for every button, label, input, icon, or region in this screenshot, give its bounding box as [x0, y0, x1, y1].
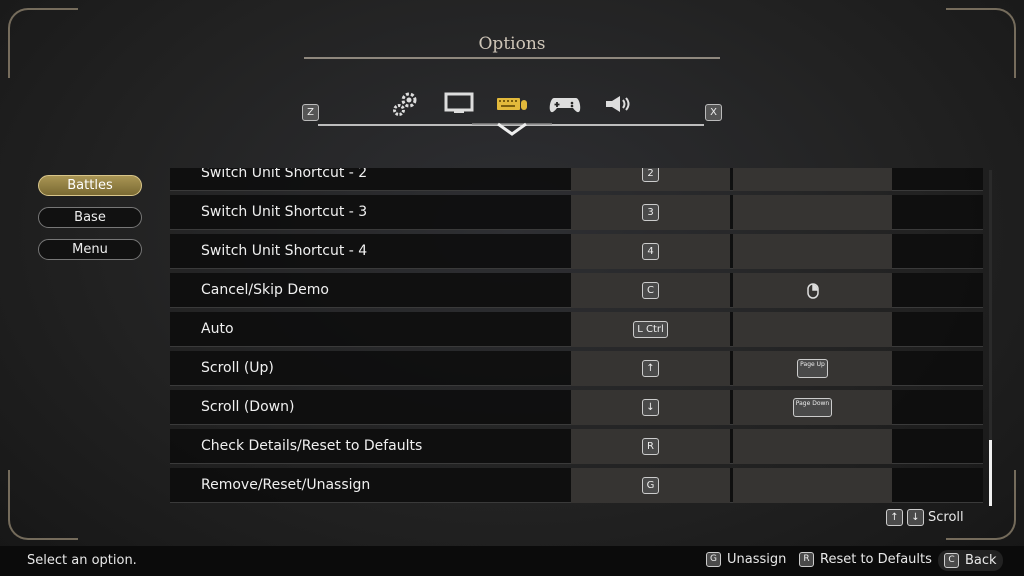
sidebar-item-menu[interactable]: Menu [38, 239, 142, 260]
key-glyph: L Ctrl [633, 321, 668, 338]
key-glyph: 4 [642, 243, 659, 260]
primary-key-slot[interactable]: C [571, 273, 730, 308]
back-button[interactable]: C Back [938, 550, 1003, 571]
secondary-key-slot[interactable] [733, 234, 892, 269]
binding-row[interactable]: Remove/Reset/Unassign G [170, 468, 983, 503]
binding-row[interactable]: Check Details/Reset to Defaults R [170, 429, 983, 464]
status-text: Select an option. [27, 553, 137, 568]
monitor-icon [444, 92, 474, 113]
tab-display[interactable] [442, 90, 476, 118]
tab-gamepad[interactable] [548, 90, 582, 118]
key-glyph: 3 [642, 204, 659, 221]
binding-action: Switch Unit Shortcut - 3 [201, 204, 368, 220]
binding-row[interactable]: Scroll (Up) ↑ Page Up [170, 351, 983, 386]
reset-key: R [799, 552, 814, 567]
binding-row[interactable]: Scroll (Down) ↓ Page Down [170, 390, 983, 425]
keyboard-mouse-icon [497, 98, 527, 110]
binding-row[interactable]: Switch Unit Shortcut - 4 4 [170, 234, 983, 269]
key-glyph: G [642, 477, 659, 494]
primary-key-slot[interactable]: 2 [571, 168, 730, 191]
key-glyph: C [642, 282, 659, 299]
sidebar-item-battles[interactable]: Battles [38, 175, 142, 196]
key-glyph: 2 [642, 168, 659, 182]
binding-action: Cancel/Skip Demo [201, 282, 329, 298]
ornament-bottom-left [8, 470, 78, 540]
secondary-key-slot[interactable] [733, 195, 892, 230]
binding-action: Switch Unit Shortcut - 2 [201, 168, 368, 181]
binding-action: Scroll (Down) [201, 399, 295, 415]
scrollbar-thumb[interactable] [989, 440, 992, 506]
page-title: Options [478, 34, 546, 54]
primary-key-slot[interactable]: 3 [571, 195, 730, 230]
back-key: C [944, 553, 959, 568]
reset-label: Reset to Defaults [820, 552, 932, 567]
primary-key-slot[interactable]: R [571, 429, 730, 464]
reset-defaults-button[interactable]: R Reset to Defaults [799, 552, 932, 567]
keybinding-list: Switch Unit Shortcut - 2 2 Switch Unit Sho… [170, 168, 983, 505]
back-label: Back [965, 553, 997, 568]
tab-keyboard-mouse[interactable] [495, 90, 529, 118]
secondary-key-slot[interactable] [733, 312, 892, 347]
gears-icon [393, 92, 417, 116]
binding-row[interactable]: Switch Unit Shortcut - 2 2 [170, 168, 983, 191]
key-glyph: ↓ [642, 399, 659, 416]
unassign-button[interactable]: G Unassign [706, 552, 786, 567]
binding-action: Switch Unit Shortcut - 4 [201, 243, 368, 259]
key-glyph: Page Down [792, 398, 833, 417]
binding-row[interactable]: Switch Unit Shortcut - 3 3 [170, 195, 983, 230]
sidebar-item-base[interactable]: Base [38, 207, 142, 228]
key-glyph: R [642, 438, 659, 455]
secondary-key-slot[interactable] [733, 168, 892, 191]
scroll-hint-label: Scroll [928, 510, 964, 525]
binding-action: Auto [201, 321, 234, 337]
binding-row[interactable]: Cancel/Skip Demo C [170, 273, 983, 308]
scroll-down-key: ↓ [907, 509, 924, 526]
next-tab-key[interactable]: X [705, 104, 722, 121]
binding-action: Scroll (Up) [201, 360, 274, 376]
binding-action: Remove/Reset/Unassign [201, 477, 371, 493]
secondary-key-slot[interactable] [733, 273, 892, 308]
scroll-hint: ↑ ↓ Scroll [886, 509, 964, 526]
primary-key-slot[interactable]: 4 [571, 234, 730, 269]
key-glyph: ↑ [642, 360, 659, 377]
binding-action: Check Details/Reset to Defaults [201, 438, 423, 454]
title-divider [304, 57, 720, 59]
tab-sound[interactable] [601, 90, 635, 118]
unassign-key: G [706, 552, 721, 567]
scroll-up-key: ↑ [886, 509, 903, 526]
primary-key-slot[interactable]: G [571, 468, 730, 503]
mouse-right-icon [806, 282, 819, 299]
secondary-key-slot[interactable] [733, 468, 892, 503]
secondary-key-slot[interactable]: Page Down [733, 390, 892, 425]
primary-key-slot[interactable]: L Ctrl [571, 312, 730, 347]
secondary-key-slot[interactable] [733, 429, 892, 464]
key-glyph: Page Up [797, 359, 828, 378]
prev-tab-key[interactable]: Z [302, 104, 319, 121]
speaker-icon [606, 96, 630, 112]
unassign-label: Unassign [727, 552, 787, 567]
active-tab-chevron-icon [472, 122, 552, 136]
gamepad-icon [549, 98, 581, 113]
binding-row[interactable]: Auto L Ctrl [170, 312, 983, 347]
footer-bar: Select an option. G Unassign R Reset to … [0, 546, 1024, 576]
primary-key-slot[interactable]: ↑ [571, 351, 730, 386]
primary-key-slot[interactable]: ↓ [571, 390, 730, 425]
secondary-key-slot[interactable]: Page Up [733, 351, 892, 386]
tab-general[interactable] [389, 90, 423, 118]
